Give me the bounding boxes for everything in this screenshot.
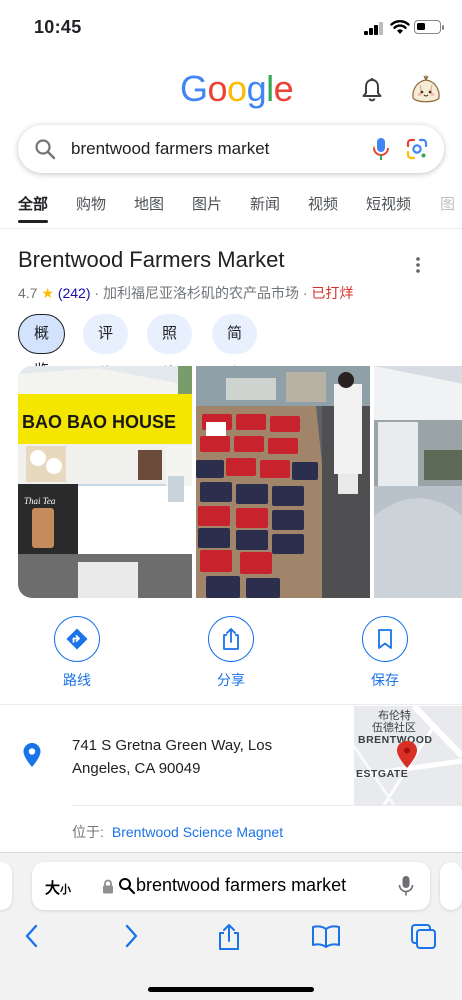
located-in-link[interactable]: Brentwood Science Magnet — [112, 824, 283, 840]
dumpling-avatar-icon[interactable] — [408, 72, 444, 108]
place-category: · 加利福尼亚洛杉矶的农产品市场 · — [94, 285, 308, 301]
share-icon[interactable] — [216, 923, 242, 951]
directions-label: 路线 — [63, 672, 91, 688]
divider — [72, 805, 462, 806]
photo-carousel[interactable]: BAO BAO HOUSE Thai Tea — [18, 366, 462, 598]
next-tab-preview[interactable] — [440, 862, 462, 910]
previous-tab-preview[interactable] — [0, 862, 12, 910]
directions-icon — [66, 628, 88, 650]
google-logo[interactable]: Google — [180, 68, 294, 110]
poster-text: Thai Tea — [24, 496, 56, 506]
bookmarks-icon[interactable] — [311, 923, 341, 949]
address-line-2: Angeles, CA 90049 — [72, 760, 201, 777]
tab-shopping[interactable]: 购物 — [76, 193, 106, 214]
share-label: 分享 — [217, 672, 245, 688]
search-input[interactable]: brentwood farmers market — [71, 139, 269, 159]
address-line-1: 741 S Gretna Green Way, Los — [72, 737, 273, 754]
location-pin-icon — [23, 743, 41, 767]
forward-icon[interactable] — [121, 923, 141, 949]
search-box[interactable]: brentwood farmers market — [18, 125, 444, 173]
save-label: 保存 — [371, 672, 399, 688]
map-thumbnail[interactable]: 布伦特 伍德社区 BRENTWOOD ESTGATE — [354, 706, 462, 805]
chip-overview[interactable]: 概览 — [18, 314, 66, 379]
tab-videos[interactable]: 视频 — [308, 193, 338, 214]
more-options-icon[interactable] — [412, 256, 424, 274]
open-status: 已打烊 — [311, 285, 354, 301]
place-rating: 4.7 — [18, 285, 38, 301]
home-indicator — [148, 987, 314, 992]
browser-toolbar: 大小 brentwood farmers market — [0, 852, 462, 1000]
tab-images-partial[interactable]: 图 — [440, 193, 455, 214]
share-button[interactable]: 分享 — [191, 616, 271, 690]
place-actions: 路线 分享 保存 — [0, 616, 462, 688]
tab-short-videos[interactable]: 短视频 — [366, 193, 411, 214]
map-label-cn-1: 布伦特 — [378, 708, 411, 722]
place-title: Brentwood Farmers Market — [18, 247, 285, 272]
star-icon: ★ — [41, 285, 54, 301]
stall-sign-text: BAO BAO HOUSE — [22, 412, 176, 432]
battery-icon — [414, 20, 444, 34]
cellular-signal-icon — [364, 22, 384, 35]
tab-news[interactable]: 新闻 — [250, 193, 280, 214]
status-bar: 10:45 — [0, 0, 462, 56]
map-label-street: ESTGATE — [356, 768, 408, 780]
notification-bell-icon[interactable] — [360, 77, 384, 103]
place-address[interactable]: 741 S Gretna Green Way, Los Angeles, CA … — [72, 734, 312, 780]
search-tabs: 全部 购物 地图 图片 新闻 视频 短视频 图 — [0, 193, 462, 223]
directions-button[interactable]: 路线 — [37, 616, 117, 690]
divider — [0, 704, 462, 705]
map-label-cn-2: 伍德社区 — [372, 720, 416, 734]
chip-photos[interactable]: 照片 — [147, 314, 193, 382]
microphone-icon[interactable] — [398, 875, 414, 897]
map-label-en: BRENTWOOD — [358, 734, 433, 746]
place-subtitle: 4.7 ★ (242) · 加利福尼亚洛杉矶的农产品市场 · 已打烊 — [18, 283, 353, 303]
tab-all[interactable]: 全部 — [18, 193, 49, 223]
search-icon — [119, 878, 136, 895]
photo-market-tents[interactable] — [374, 366, 462, 598]
lock-icon — [103, 879, 113, 894]
chip-about[interactable]: 简介 — [212, 314, 258, 382]
located-in: 位于: Brentwood Science Magnet — [72, 822, 283, 842]
share-icon — [223, 628, 239, 650]
bookmark-icon — [378, 629, 392, 649]
photo-bao-bao-house[interactable]: BAO BAO HOUSE Thai Tea — [18, 366, 192, 598]
url-text: brentwood farmers market — [136, 875, 347, 895]
tab-images[interactable]: 图片 — [192, 193, 222, 214]
back-icon[interactable] — [22, 923, 42, 949]
wifi-icon — [390, 20, 410, 34]
chip-reviews[interactable]: 评价 — [83, 314, 129, 382]
photo-berry-stand[interactable] — [196, 366, 370, 598]
save-button[interactable]: 保存 — [345, 616, 425, 690]
page-settings-button[interactable]: 大小 — [45, 877, 71, 898]
tabs-icon[interactable] — [410, 923, 438, 951]
address-bar[interactable]: 大小 brentwood farmers market — [32, 862, 430, 910]
voice-search-icon[interactable] — [371, 136, 391, 162]
search-icon — [35, 139, 56, 160]
divider — [0, 228, 462, 229]
tab-maps[interactable]: 地图 — [134, 193, 164, 214]
review-count-link[interactable]: (242) — [58, 285, 91, 301]
google-lens-icon[interactable] — [405, 137, 429, 161]
located-in-label: 位于: — [72, 824, 104, 840]
status-time: 10:45 — [34, 17, 82, 37]
